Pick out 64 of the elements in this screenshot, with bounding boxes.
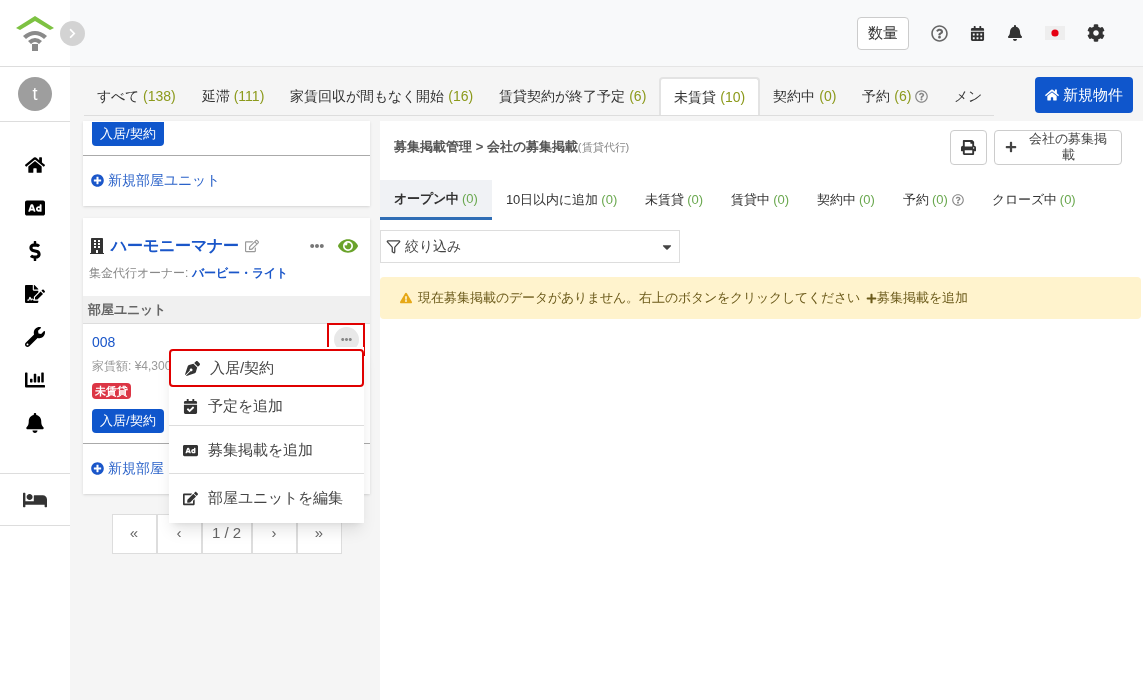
- calendar-check-icon: [183, 398, 198, 414]
- alert-message: 現在募集掲載のデータがありません。右上のボタンをクリックしてください: [418, 289, 860, 308]
- breadcrumb-separator: >: [475, 139, 484, 155]
- breadcrumb-note: (賃貸代行): [577, 141, 630, 154]
- settings-icon[interactable]: [1087, 24, 1105, 42]
- warning-icon: [400, 292, 412, 304]
- owner-link[interactable]: バービー・ライト: [191, 265, 288, 280]
- home-icon[interactable]: [25, 155, 45, 175]
- bell-icon[interactable]: [25, 413, 45, 433]
- edit-icon: [183, 490, 198, 506]
- print-icon: [961, 139, 976, 155]
- logo: [14, 14, 56, 52]
- property-name[interactable]: ハーモニーマナー: [111, 233, 239, 258]
- quantity-button[interactable]: 数量: [857, 16, 909, 50]
- contract-button[interactable]: 入居/契約: [92, 408, 164, 433]
- add-listing-link[interactable]: 募集掲載を追加: [866, 288, 968, 308]
- add-listing-button[interactable]: 会社の募集掲載: [994, 129, 1122, 165]
- breadcrumb-link[interactable]: 募集掲載管理: [394, 139, 472, 155]
- signature-icon[interactable]: [25, 284, 45, 304]
- tab[interactable]: 延滞 (111): [188, 77, 278, 115]
- contract-button[interactable]: 入居/契約: [92, 121, 164, 146]
- units-header: 部屋ユニット: [83, 295, 370, 324]
- tab[interactable]: 賃貸中 (0): [717, 180, 804, 220]
- help-icon[interactable]: [931, 24, 948, 42]
- chevron-right-icon: [67, 28, 78, 39]
- menu-item[interactable]: 入居/契約: [169, 349, 364, 387]
- menu-item[interactable]: 募集掲載を追加: [169, 431, 364, 469]
- new-property-button[interactable]: 新規物件: [1035, 77, 1133, 113]
- wrench-icon[interactable]: [25, 327, 45, 347]
- home-icon: [1045, 88, 1059, 102]
- menu-item[interactable]: 予定を追加: [169, 387, 364, 425]
- tab[interactable]: 契約中 (0): [760, 77, 850, 115]
- tab[interactable]: クローズ中 (0): [977, 180, 1090, 220]
- tab[interactable]: すべて (138): [84, 77, 189, 115]
- page-button[interactable]: «: [111, 513, 157, 554]
- tab[interactable]: メン: [941, 77, 994, 115]
- status-tag: 未賃貸: [92, 382, 131, 400]
- tab[interactable]: 契約中 (0): [803, 180, 889, 220]
- owner-label: 集金代行オーナー:: [89, 265, 189, 280]
- plus-icon: [866, 292, 877, 304]
- bell-icon[interactable]: [1007, 25, 1023, 41]
- edit-icon[interactable]: [245, 238, 259, 253]
- breadcrumb-current: 会社の募集掲載: [486, 139, 578, 155]
- flag-icon[interactable]: [1045, 26, 1065, 40]
- ad-icon[interactable]: [25, 198, 45, 218]
- filter-icon: [386, 239, 401, 254]
- tab[interactable]: 未賃貸 (10): [659, 77, 761, 115]
- tab[interactable]: 予約 (0): [888, 180, 978, 220]
- tab[interactable]: オープン中 (0): [380, 180, 492, 220]
- add-unit-link[interactable]: 新規部屋: [91, 458, 164, 479]
- tab[interactable]: 10日以内に追加 (0): [491, 180, 632, 220]
- pen-nib-icon: [185, 360, 200, 376]
- calendar-icon[interactable]: [970, 25, 985, 41]
- print-button[interactable]: [950, 129, 987, 165]
- filter-dropdown[interactable]: 絞り込み: [380, 230, 680, 263]
- tab[interactable]: 賃貸契約が終了予定 (6): [486, 77, 660, 115]
- tab[interactable]: 家賃回収が間もなく開始 (16): [277, 77, 487, 115]
- tab[interactable]: 未賃貸 (0): [631, 180, 718, 220]
- plus-icon: [1005, 141, 1017, 153]
- ad-icon: [183, 442, 198, 458]
- bar-chart-icon[interactable]: [25, 370, 45, 390]
- building-icon: [89, 237, 105, 254]
- tab[interactable]: 予約 (6): [849, 77, 942, 115]
- add-unit-link[interactable]: 新規部屋ユニット: [91, 170, 220, 192]
